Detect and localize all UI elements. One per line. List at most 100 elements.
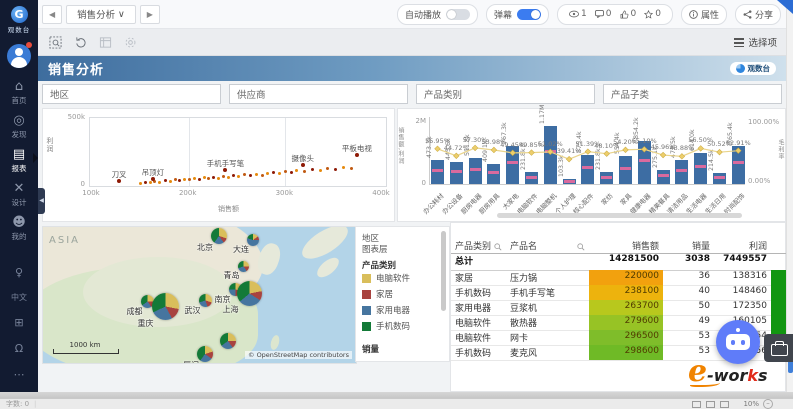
scatter-point[interactable] bbox=[193, 177, 196, 180]
scatter-point[interactable] bbox=[319, 169, 322, 172]
scatter-point[interactable] bbox=[350, 167, 353, 170]
sidebar-item-discover[interactable]: ◎发现 bbox=[0, 114, 38, 140]
city-pie-重庆[interactable] bbox=[152, 293, 179, 320]
bar[interactable] bbox=[450, 162, 463, 184]
filter-input-2[interactable]: 产品类别 bbox=[416, 84, 595, 104]
scatter-point[interactable] bbox=[227, 176, 230, 179]
bar[interactable] bbox=[600, 172, 613, 184]
sidebar-item-design[interactable]: ✕设计 bbox=[0, 182, 38, 208]
device-phone-icon[interactable] bbox=[720, 401, 729, 408]
sidebar-bottom-support[interactable]: Ω bbox=[0, 342, 38, 355]
scatter-point[interactable] bbox=[188, 178, 191, 181]
device-tablet-icon[interactable] bbox=[706, 401, 715, 408]
panel-collapse-handle[interactable]: ◀ bbox=[38, 188, 45, 214]
bar[interactable] bbox=[694, 153, 707, 184]
favorites-stat[interactable]: 0 bbox=[644, 9, 661, 19]
filter-input-1[interactable]: 供应商 bbox=[229, 84, 408, 104]
autoplay-toggle[interactable] bbox=[446, 9, 470, 20]
views-stat[interactable]: 1 bbox=[569, 9, 587, 19]
scatter-point[interactable] bbox=[311, 168, 314, 171]
city-pie-上海[interactable] bbox=[237, 281, 262, 306]
bar[interactable] bbox=[506, 146, 519, 184]
bar[interactable] bbox=[431, 160, 444, 184]
filter-input-3[interactable]: 产品子类 bbox=[603, 84, 782, 104]
scatter-point[interactable] bbox=[183, 178, 186, 181]
app-logo[interactable]: G 观数台 bbox=[0, 0, 38, 34]
map-panel[interactable]: ASIA 北京大连青岛南京上海武汉成都重庆厦门 1000 km © OpenSt… bbox=[42, 226, 357, 364]
sidebar-bottom-language[interactable]: 中文 bbox=[0, 292, 38, 303]
scatter-point[interactable] bbox=[169, 180, 172, 183]
table-total-row[interactable]: 总计1428150030387449557 bbox=[451, 253, 786, 271]
city-pie-厦门[interactable] bbox=[197, 346, 213, 362]
tab-next-button[interactable]: ▶ bbox=[140, 5, 160, 24]
sidebar-item-home[interactable]: ⌂首页 bbox=[0, 80, 38, 106]
scatter-point[interactable] bbox=[217, 177, 220, 180]
scatter-point[interactable] bbox=[198, 178, 201, 181]
filter-input-0[interactable]: 地区 bbox=[42, 84, 221, 104]
scatter-point[interactable] bbox=[203, 176, 206, 179]
scatter-point[interactable] bbox=[174, 178, 177, 181]
comments-stat[interactable]: 0 bbox=[595, 9, 612, 19]
table-header-row[interactable]: 产品类别产品名销售额销量利润 bbox=[451, 223, 786, 254]
legend-scrollbar[interactable] bbox=[441, 231, 446, 311]
scatter-point[interactable] bbox=[139, 182, 142, 185]
share-button[interactable]: 分享 bbox=[735, 4, 781, 25]
properties-button[interactable]: 属性 bbox=[681, 4, 727, 25]
likes-stat[interactable]: 0 bbox=[620, 9, 637, 19]
bar[interactable] bbox=[487, 164, 500, 184]
bar-chart-scrollbar[interactable] bbox=[497, 213, 742, 218]
bar[interactable] bbox=[525, 172, 538, 184]
select-items-button[interactable]: 选择项 bbox=[734, 35, 777, 49]
scatter-point[interactable] bbox=[178, 179, 181, 182]
scatter-point[interactable] bbox=[144, 181, 147, 184]
scatter-point[interactable] bbox=[261, 174, 264, 177]
scatter-point[interactable] bbox=[284, 170, 287, 173]
scatter-point[interactable] bbox=[249, 174, 252, 177]
settings-icon[interactable] bbox=[122, 34, 138, 50]
scatter-point[interactable] bbox=[266, 172, 269, 175]
scatter-point[interactable] bbox=[237, 175, 240, 178]
tab-prev-button[interactable]: ◀ bbox=[42, 5, 62, 24]
legend-item-2[interactable]: 家用电器 bbox=[362, 304, 410, 316]
bar[interactable] bbox=[675, 160, 688, 184]
scatter-point[interactable] bbox=[334, 168, 337, 171]
restore-icon[interactable] bbox=[72, 34, 88, 50]
scatter-point[interactable] bbox=[158, 181, 161, 184]
scatter-point[interactable] bbox=[295, 169, 298, 172]
legend-item-3[interactable]: 手机数码 bbox=[362, 320, 410, 332]
bar[interactable] bbox=[713, 173, 726, 184]
table-row[interactable]: 家居压力锅22000036138316 bbox=[451, 270, 786, 286]
search-icon[interactable] bbox=[577, 243, 585, 251]
scatter-point[interactable] bbox=[222, 175, 225, 178]
scatter-point[interactable] bbox=[326, 167, 329, 170]
scatter-point[interactable] bbox=[342, 166, 345, 169]
sidebar-bottom-more[interactable]: ⋯ bbox=[0, 368, 38, 381]
city-pie-south[interactable] bbox=[220, 333, 236, 349]
sidebar-bottom-idea[interactable]: ♀ bbox=[0, 266, 38, 279]
tab-sales-analysis[interactable]: 销售分析 ∨ bbox=[66, 5, 136, 24]
city-pie-北京[interactable] bbox=[211, 228, 227, 244]
legend-item-0[interactable]: 电脑软件 bbox=[362, 272, 410, 284]
bar[interactable] bbox=[657, 170, 670, 184]
scatter-point[interactable] bbox=[290, 171, 293, 174]
scatter-point[interactable] bbox=[149, 181, 152, 184]
scatter-point[interactable] bbox=[272, 171, 275, 174]
device-desktop-icon[interactable] bbox=[692, 401, 701, 408]
bar[interactable] bbox=[732, 146, 745, 184]
scatter-point[interactable] bbox=[255, 173, 258, 176]
scatter-point[interactable] bbox=[212, 176, 215, 179]
bar[interactable] bbox=[469, 158, 482, 184]
bar[interactable] bbox=[619, 156, 632, 184]
search-icon[interactable] bbox=[494, 243, 502, 251]
scatter-point[interactable] bbox=[243, 173, 246, 176]
scatter-point[interactable] bbox=[164, 179, 167, 182]
area-zoom-icon[interactable] bbox=[47, 34, 63, 50]
map-attribution[interactable]: © OpenStreetMap contributors bbox=[245, 351, 352, 359]
scatter-point[interactable] bbox=[207, 177, 210, 180]
bar[interactable] bbox=[581, 155, 594, 184]
table-row[interactable]: 手机数码手机手写笔23810040148460 bbox=[451, 285, 786, 301]
sidebar-bottom-fullscreen[interactable]: ⊞ bbox=[0, 316, 38, 329]
scatter-point[interactable] bbox=[303, 170, 306, 173]
data-view-icon[interactable] bbox=[97, 34, 113, 50]
table-row[interactable]: 家用电器豆浆机26370050172350 bbox=[451, 300, 786, 316]
